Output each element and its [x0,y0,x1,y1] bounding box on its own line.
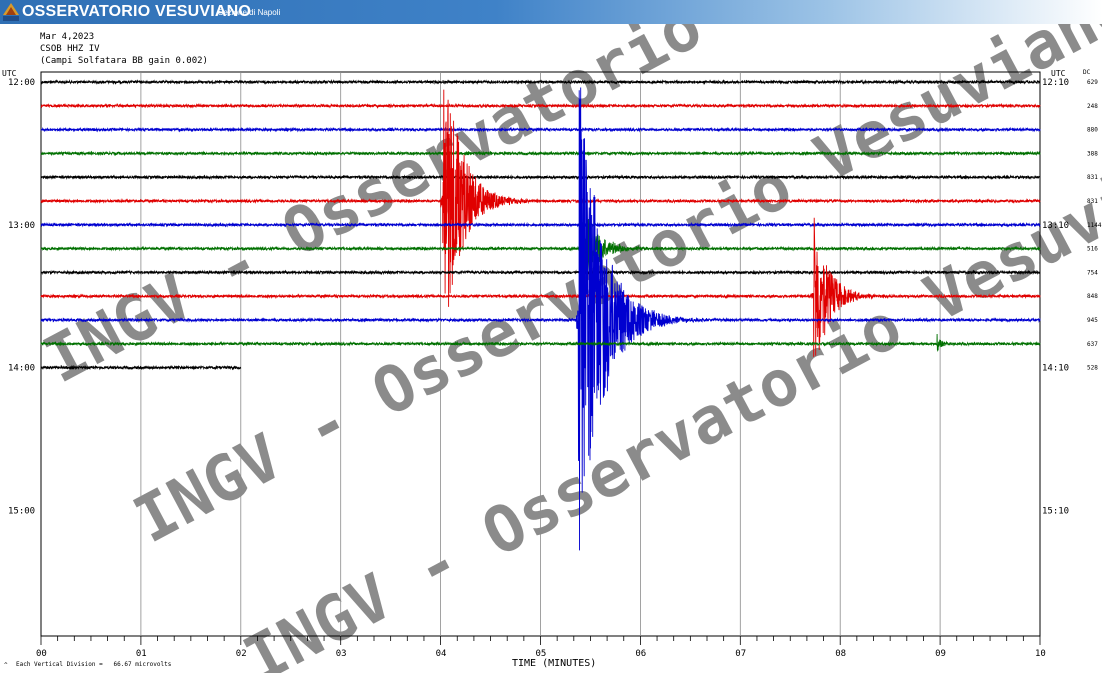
x-tick-label: 03 [336,649,347,659]
info-gain: (Campi Solfatara BB gain 0.002) [40,56,208,66]
hour-label-left: 14:00 [8,364,35,374]
ingv-logo-icon [3,3,19,21]
hour-label-right: 14:10 [1042,364,1069,374]
watermark: INGV - Osservatorio Vesuviano INGV - Oss… [33,24,1102,673]
hour-labels-left: 12:00 13:00 14:00 15:00 [8,78,35,516]
station-info: Mar 4,2023 CSOB HHZ IV (Campi Solfatara … [40,32,208,66]
x-axis-title: TIME (MINUTES) [512,658,596,669]
dc-value: 248 [1087,103,1098,110]
hour-label-left: 15:00 [8,506,35,516]
dc-value: 831 [1087,198,1098,205]
seismic-trace [40,221,1041,228]
dc-value: 516 [1087,246,1098,253]
dc-value: 1144 [1087,222,1102,229]
hour-label-right: 15:10 [1042,506,1069,516]
dc-value: 528 [1087,365,1098,372]
x-tick-label: 07 [735,649,746,659]
info-date: Mar 4,2023 [40,32,94,42]
header-subtitle: Sezione di Napoli [218,8,281,17]
footer-mark: ^ [4,662,8,669]
seismic-trace [40,364,242,371]
dc-value: 880 [1087,127,1098,134]
dc-value: 754 [1087,269,1098,276]
x-axis: 00 01 02 03 04 05 06 07 08 09 10 [36,636,1046,659]
x-tick-label: 02 [236,649,247,659]
hour-label-right: 12:10 [1042,78,1069,88]
header-title[interactable]: OSSERVATORIO VESUVIANO [22,3,251,21]
info-station: CSOB HHZ IV [40,44,100,54]
dc-value: 388 [1087,150,1098,157]
seismic-trace [40,269,1041,276]
dc-value: 831 [1087,174,1098,181]
x-tick-label: 01 [136,649,147,659]
dc-value: 629 [1087,79,1098,86]
x-tick-label: 00 [36,649,47,659]
left-axis-label: UTC [2,69,17,78]
hour-label-left: 12:00 [8,78,35,88]
seismic-trace [40,174,1041,181]
dc-value: 848 [1087,293,1098,300]
dc-label: DC [1083,69,1091,76]
dc-value: 637 [1087,341,1098,348]
x-tick-label: 09 [935,649,946,659]
dc-value: 945 [1087,317,1098,324]
site-header: OSSERVATORIO VESUVIANO Sezione di Napoli [0,0,1102,24]
x-tick-label: 04 [436,649,447,659]
x-tick-label: 06 [635,649,646,659]
footer-note: Each Vertical Division = 66.67 microvolt… [16,661,172,668]
hour-label-left: 13:00 [8,221,35,231]
x-tick-label: 10 [1035,649,1046,659]
dc-values: 629 248 880 388 831 831 1144 516 754 848 945 637 528 [1087,79,1102,372]
hour-label-right: 13:10 [1042,221,1069,231]
x-tick-label: 08 [835,649,846,659]
right-axis-label: UTC [1051,69,1066,78]
seismogram-chart: INGV - Osservatorio Vesuviano INGV - Oss… [2,24,1102,673]
hour-labels-right: 12:10 13:10 14:10 15:10 [1042,78,1069,516]
